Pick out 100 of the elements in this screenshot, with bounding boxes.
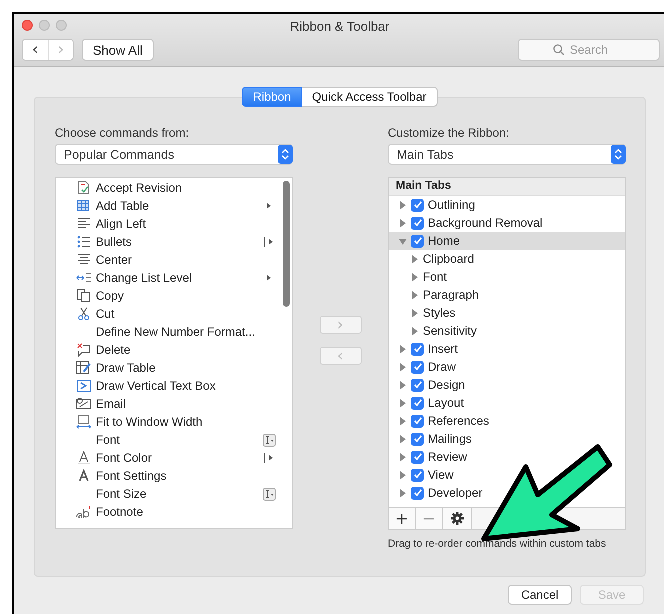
- command-item[interactable]: Bullets: [96, 235, 258, 249]
- cut-icon: [76, 307, 92, 321]
- settings-button[interactable]: [443, 508, 472, 529]
- search-field[interactable]: Search: [518, 39, 660, 61]
- stepper-icon: [278, 145, 293, 164]
- tab-item[interactable]: Insert: [428, 342, 458, 356]
- tree-header: Main Tabs: [389, 178, 625, 196]
- text-box-icon: [76, 379, 92, 393]
- footnote-icon: [76, 505, 92, 519]
- tab-item[interactable]: Home: [428, 234, 460, 248]
- checkbox[interactable]: [411, 432, 424, 446]
- checkbox[interactable]: [411, 216, 424, 230]
- checkbox[interactable]: [411, 396, 424, 410]
- command-item[interactable]: Delete: [96, 343, 258, 357]
- collapsed-triangle-icon[interactable]: [399, 362, 407, 372]
- tab-item[interactable]: Developer: [428, 486, 483, 500]
- window-title: Ribbon & Toolbar: [290, 18, 390, 34]
- command-item[interactable]: Center: [96, 253, 258, 267]
- checkbox[interactable]: [411, 360, 424, 374]
- text-field-icon: [262, 488, 276, 500]
- collapsed-triangle-icon[interactable]: [399, 380, 407, 390]
- command-item[interactable]: Fit to Window Width: [96, 415, 258, 429]
- checkbox[interactable]: [411, 342, 424, 356]
- font-color-icon: [76, 451, 92, 465]
- hint-text: Drag to re-order commands within custom tabs: [388, 538, 608, 550]
- tab-item[interactable]: Background Removal: [428, 216, 543, 230]
- center-icon: [76, 253, 92, 267]
- tab-item[interactable]: Draw: [428, 360, 456, 374]
- command-item[interactable]: Change List Level: [96, 271, 258, 285]
- collapsed-triangle-icon[interactable]: [399, 398, 407, 408]
- commands-dropdown[interactable]: Popular Commands: [55, 144, 293, 165]
- revision-icon: [76, 181, 92, 195]
- tab-item[interactable]: Outlining: [428, 198, 476, 212]
- stepper-icon: [611, 145, 626, 164]
- show-all-button[interactable]: Show All: [82, 39, 154, 61]
- tab-item[interactable]: Design: [428, 378, 466, 392]
- tab-item[interactable]: Mailings: [428, 432, 472, 446]
- gear-icon: [450, 512, 464, 525]
- command-item[interactable]: Add Table: [96, 199, 258, 213]
- collapsed-triangle-icon[interactable]: [399, 344, 407, 354]
- tab-item[interactable]: Clipboard: [423, 252, 474, 266]
- email-icon: [76, 397, 92, 411]
- command-item[interactable]: Font: [96, 433, 258, 447]
- tab-item[interactable]: View: [428, 468, 454, 482]
- collapsed-triangle-icon[interactable]: [399, 470, 407, 480]
- delete-icon: [76, 343, 92, 357]
- commands-label: Choose commands from:: [55, 126, 190, 140]
- command-item[interactable]: Accept Revision: [96, 181, 258, 195]
- collapsed-triangle-icon[interactable]: [411, 290, 419, 300]
- command-item[interactable]: Draw Vertical Text Box: [96, 379, 258, 393]
- command-item[interactable]: Define New Number Format...: [96, 325, 258, 339]
- tab-item[interactable]: Font: [423, 270, 448, 284]
- list-level-icon: [76, 271, 92, 285]
- submenu-arrow-icon: [266, 202, 272, 210]
- collapsed-triangle-icon[interactable]: [399, 416, 407, 426]
- draw-table-icon: [76, 361, 92, 375]
- checkbox[interactable]: [411, 378, 424, 392]
- collapsed-triangle-icon[interactable]: [399, 200, 407, 210]
- command-item[interactable]: Email: [96, 397, 258, 411]
- tab-item[interactable]: Layout: [428, 396, 464, 410]
- collapsed-triangle-icon[interactable]: [411, 254, 419, 264]
- checkbox[interactable]: [411, 468, 424, 482]
- collapsed-triangle-icon[interactable]: [399, 488, 407, 498]
- command-item[interactable]: Footnote: [96, 505, 258, 519]
- checkbox[interactable]: [411, 234, 424, 248]
- checkbox[interactable]: [411, 198, 424, 212]
- command-item[interactable]: Cut: [96, 307, 258, 321]
- search-icon: [553, 44, 565, 56]
- tree-button[interactable]: +: [389, 508, 416, 529]
- checkbox[interactable]: [411, 450, 424, 464]
- tab-item[interactable]: Review: [428, 450, 468, 464]
- tab-item[interactable]: Sensitivity: [423, 324, 478, 338]
- command-item[interactable]: Draw Table: [96, 361, 258, 375]
- table-icon: [76, 199, 92, 213]
- footer-button[interactable]: Cancel: [508, 585, 572, 605]
- collapsed-triangle-icon[interactable]: [411, 326, 419, 336]
- collapsed-triangle-icon[interactable]: [399, 434, 407, 444]
- collapsed-triangle-icon[interactable]: [399, 452, 407, 462]
- checkbox[interactable]: [411, 414, 424, 428]
- command-item[interactable]: Copy: [96, 289, 258, 303]
- checkbox[interactable]: [411, 486, 424, 500]
- collapsed-triangle-icon[interactable]: [399, 218, 407, 228]
- bullets-icon: [76, 235, 92, 249]
- expanded-triangle-icon[interactable]: [399, 236, 407, 246]
- tab-item[interactable]: References: [428, 414, 490, 428]
- scroll-thumb[interactable]: [282, 181, 290, 307]
- command-item[interactable]: Font Size: [96, 487, 258, 501]
- copy-icon: [76, 289, 92, 303]
- command-item[interactable]: Font Settings: [96, 469, 258, 483]
- close-button[interactable]: [22, 20, 33, 31]
- collapsed-triangle-icon[interactable]: [411, 308, 419, 318]
- command-item[interactable]: Font Color: [96, 451, 258, 465]
- tab-item[interactable]: Styles: [423, 306, 456, 320]
- align-left-icon: [76, 217, 92, 231]
- ribbon-dropdown[interactable]: Main Tabs: [388, 144, 626, 165]
- command-item[interactable]: Align Left: [96, 217, 258, 231]
- split-arrow-icon: [264, 237, 274, 247]
- tab[interactable]: Quick Access Toolbar: [302, 87, 438, 107]
- tab-item[interactable]: Paragraph: [423, 288, 480, 302]
- collapsed-triangle-icon[interactable]: [411, 272, 419, 282]
